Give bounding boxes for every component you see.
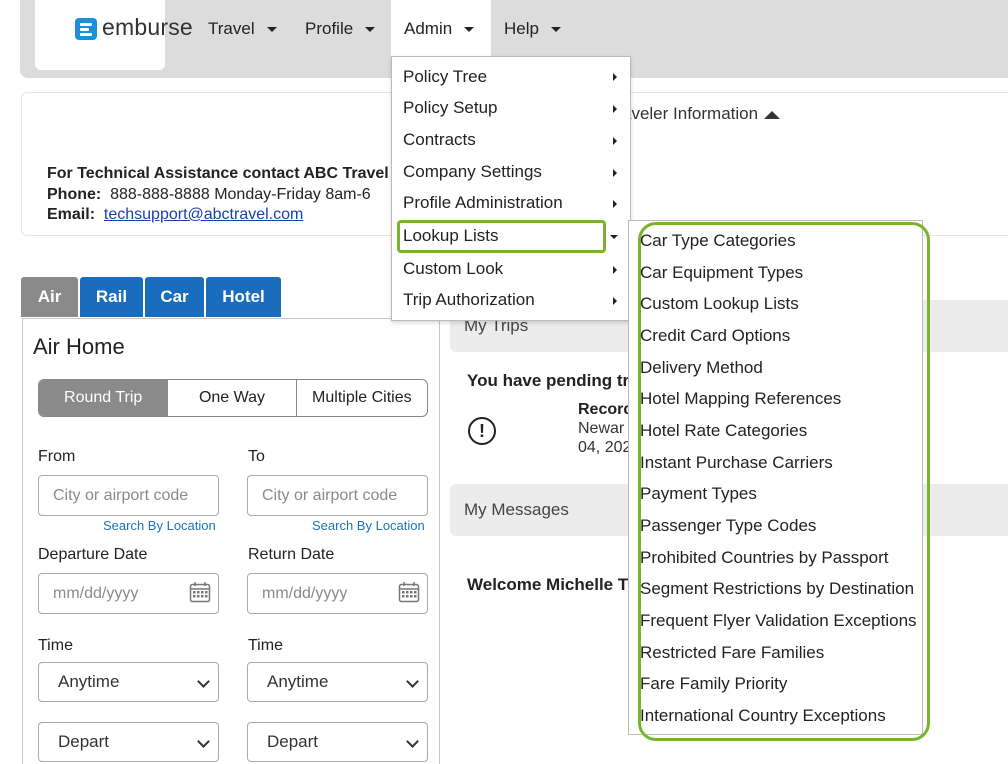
chevron-right-icon <box>613 105 617 113</box>
caret-down-icon <box>550 27 561 33</box>
return-time-label: Time <box>248 637 283 654</box>
menu-item-custom-look[interactable]: Custom Look <box>403 259 503 279</box>
record-date: 04, 202 <box>578 439 632 456</box>
nav-admin[interactable]: Admin <box>391 0 491 56</box>
nav-admin-label: Admin <box>404 19 453 38</box>
nav-travel[interactable]: Travel <box>195 0 290 56</box>
departure-time-label: Time <box>38 637 73 654</box>
calendar-icon[interactable] <box>189 581 211 603</box>
submenu-item[interactable]: Fare Family Priority <box>640 674 787 694</box>
to-search-by-location-link[interactable]: Search By Location <box>312 518 425 533</box>
nav-travel-label: Travel <box>208 19 255 38</box>
to-input[interactable] <box>247 475 428 516</box>
chevron-right-icon <box>613 200 617 208</box>
chevron-down-icon <box>197 675 210 688</box>
chevron-down-icon <box>406 675 419 688</box>
tab-hotel[interactable]: Hotel <box>206 277 281 317</box>
round-trip-option[interactable]: Round Trip <box>39 380 169 416</box>
submenu-item[interactable]: Payment Types <box>640 484 757 504</box>
chevron-right-icon <box>613 73 617 81</box>
one-way-option[interactable]: One Way <box>168 380 297 416</box>
submenu-item[interactable]: Custom Lookup Lists <box>640 294 799 314</box>
tech-assistance-title: For Technical Assistance contact ABC Tra… <box>47 165 389 182</box>
tech-phone: Phone: 888-888-8888 Monday-Friday 8am-6 <box>47 186 371 204</box>
from-label: From <box>38 448 76 465</box>
chevron-right-icon <box>613 266 617 274</box>
caret-down-icon <box>464 27 475 33</box>
submenu-item[interactable]: Car Equipment Types <box>640 263 803 283</box>
from-search-by-location-link[interactable]: Search By Location <box>103 518 216 533</box>
return-depart-value: Depart <box>267 732 319 751</box>
email-label: Email: <box>47 206 96 223</box>
return-time-select[interactable]: Anytime <box>247 662 428 702</box>
departure-depart-value: Depart <box>58 732 110 751</box>
emburse-logo-icon <box>75 18 97 40</box>
chevron-right-icon <box>613 137 617 145</box>
chevron-down-icon <box>197 735 210 748</box>
welcome-message: Welcome Michelle Th <box>467 575 639 594</box>
submenu-item[interactable]: Credit Card Options <box>640 326 790 346</box>
record-city: Newar <box>578 420 625 437</box>
caret-up-icon <box>764 110 781 119</box>
departure-time-select[interactable]: Anytime <box>38 662 219 702</box>
submenu-item[interactable]: Car Type Categories <box>640 231 796 251</box>
logo[interactable]: emburse <box>35 0 193 70</box>
admin-dropdown-menu <box>391 56 631 321</box>
menu-item-trip-authorization[interactable]: Trip Authorization <box>403 290 535 310</box>
pending-trips-text: You have pending tri <box>467 371 634 390</box>
departure-date-label: Departure Date <box>38 546 148 563</box>
record-label: Record <box>578 401 634 418</box>
multiple-cities-option[interactable]: Multiple Cities <box>297 380 427 416</box>
tab-rail[interactable]: Rail <box>80 277 143 317</box>
chevron-right-icon <box>613 169 617 177</box>
nav-profile-label: Profile <box>305 19 354 38</box>
submenu-item[interactable]: Hotel Mapping References <box>640 389 841 409</box>
from-input[interactable] <box>38 475 219 516</box>
chevron-down-icon <box>406 735 419 748</box>
traveler-info-toggle[interactable]: aveler Information <box>622 104 781 124</box>
caret-down-icon <box>266 27 277 33</box>
submenu-item[interactable]: Instant Purchase Carriers <box>640 453 833 473</box>
nav-help-label: Help <box>504 19 539 38</box>
menu-item-profile-administration[interactable]: Profile Administration <box>403 193 563 213</box>
submenu-item[interactable]: Prohibited Countries by Passport <box>640 548 889 568</box>
menu-item-contracts[interactable]: Contracts <box>403 130 476 150</box>
submenu-item[interactable]: International Country Exceptions <box>640 706 886 726</box>
alert-icon: ! <box>468 417 496 445</box>
brand-name: emburse <box>102 14 193 40</box>
nav-help[interactable]: Help <box>491 0 574 56</box>
chevron-right-icon <box>613 297 617 305</box>
tech-email: Email: techsupport@abctravel.com <box>47 206 303 224</box>
to-label: To <box>248 448 265 465</box>
submenu-item[interactable]: Hotel Rate Categories <box>640 421 807 441</box>
submenu-item[interactable]: Delivery Method <box>640 358 763 378</box>
traveler-info-label: aveler Information <box>622 104 759 123</box>
trip-type-toggle: Round Trip One Way Multiple Cities <box>38 379 428 417</box>
my-messages-title: My Messages <box>464 500 569 519</box>
nav-profile[interactable]: Profile <box>292 0 388 56</box>
phone-value: 888-888-8888 Monday-Friday 8am-6 <box>110 186 371 203</box>
menu-item-company-settings[interactable]: Company Settings <box>403 162 542 182</box>
submenu-item[interactable]: Segment Restrictions by Destination <box>640 579 914 599</box>
departure-time-value: Anytime <box>58 672 120 691</box>
submenu-item[interactable]: Passenger Type Codes <box>640 516 816 536</box>
return-time-value: Anytime <box>267 672 329 691</box>
return-depart-select[interactable]: Depart <box>247 722 428 762</box>
calendar-icon[interactable] <box>398 581 420 603</box>
departure-depart-select[interactable]: Depart <box>38 722 219 762</box>
air-home-title: Air Home <box>33 334 125 359</box>
submenu-item[interactable]: Frequent Flyer Validation Exceptions <box>640 611 917 631</box>
caret-down-icon <box>610 235 618 239</box>
tab-air[interactable]: Air <box>21 277 78 317</box>
phone-label: Phone: <box>47 186 102 203</box>
caret-down-icon <box>365 27 376 33</box>
submenu-item[interactable]: Restricted Fare Families <box>640 643 824 663</box>
email-link[interactable]: techsupport@abctravel.com <box>104 206 303 223</box>
menu-item-policy-tree[interactable]: Policy Tree <box>403 67 487 87</box>
menu-item-policy-setup[interactable]: Policy Setup <box>403 98 498 118</box>
menu-item-lookup-lists[interactable]: Lookup Lists <box>403 226 498 246</box>
tab-car[interactable]: Car <box>145 277 204 317</box>
return-date-label: Return Date <box>248 546 335 563</box>
